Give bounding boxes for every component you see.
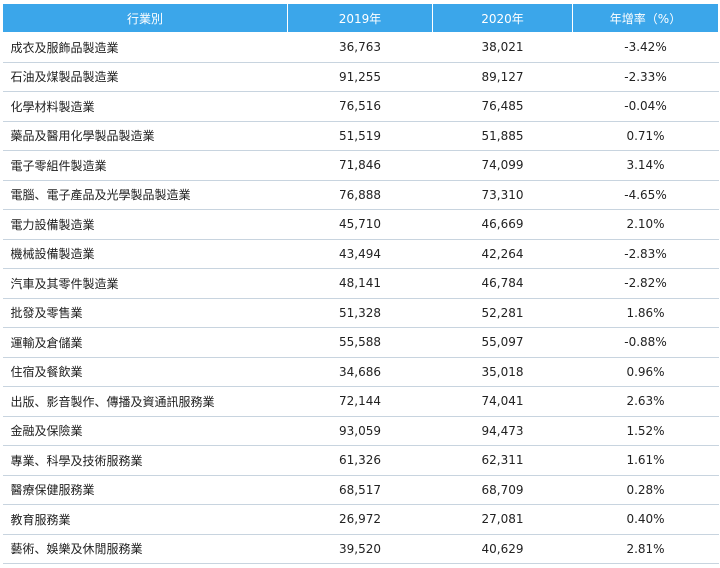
cell-2020-value: 38,021 — [432, 32, 573, 63]
table-row: 電子零組件製造業 71,846 74,099 3.14% — [2, 150, 719, 181]
industry-table: 行業別 2019年 2020年 年增率（%） 成衣及服飾品製造業 36,763 38… — [2, 3, 719, 564]
cell-2019-value: 34,686 — [287, 357, 433, 387]
cell-2019-value: 61,326 — [287, 445, 433, 476]
cell-2019-value: 48,141 — [287, 268, 433, 299]
cell-industry: 專業、科學及技術服務業 — [2, 445, 288, 476]
cell-2019-value: 45,710 — [287, 209, 433, 240]
cell-2019-value: 76,888 — [287, 180, 433, 210]
cell-2020-value: 89,127 — [432, 62, 573, 92]
cell-growth-rate: -2.82% — [572, 268, 719, 299]
cell-2020-value: 55,097 — [432, 327, 573, 358]
cell-growth-rate: -2.83% — [572, 239, 719, 269]
table-row: 化學材料製造業 76,516 76,485 -0.04% — [2, 91, 719, 122]
cell-industry: 機械設備製造業 — [2, 239, 288, 269]
cell-growth-rate: 0.28% — [572, 475, 719, 505]
cell-industry: 化學材料製造業 — [2, 91, 288, 122]
cell-2019-value: 76,516 — [287, 91, 433, 122]
cell-growth-rate: 2.81% — [572, 534, 719, 564]
cell-industry: 電力設備製造業 — [2, 209, 288, 240]
cell-2020-value: 68,709 — [432, 475, 573, 505]
cell-industry: 醫療保健服務業 — [2, 475, 288, 505]
cell-growth-rate: -4.65% — [572, 180, 719, 210]
table-row: 電腦、電子產品及光學製品製造業 76,888 73,310 -4.65% — [2, 180, 719, 210]
cell-growth-rate: -0.04% — [572, 91, 719, 122]
header-growth-rate: 年增率（%） — [572, 3, 719, 33]
cell-2020-value: 52,281 — [432, 298, 573, 328]
table-body: 成衣及服飾品製造業 36,763 38,021 -3.42% 石油及煤製品製造業 91,2… — [2, 32, 719, 564]
cell-2020-value: 94,473 — [432, 416, 573, 446]
cell-2020-value: 42,264 — [432, 239, 573, 269]
cell-growth-rate: 3.14% — [572, 150, 719, 181]
cell-growth-rate: 0.96% — [572, 357, 719, 387]
cell-2019-value: 55,588 — [287, 327, 433, 358]
cell-2020-value: 74,041 — [432, 386, 573, 417]
cell-industry: 出版、影音製作、傳播及資通訊服務業 — [2, 386, 288, 417]
cell-industry: 成衣及服飾品製造業 — [2, 32, 288, 63]
cell-growth-rate: 0.71% — [572, 121, 719, 151]
cell-2020-value: 73,310 — [432, 180, 573, 210]
table-row: 金融及保險業 93,059 94,473 1.52% — [2, 416, 719, 446]
cell-growth-rate: 1.86% — [572, 298, 719, 328]
cell-growth-rate: -2.33% — [572, 62, 719, 92]
cell-industry: 教育服務業 — [2, 504, 288, 535]
table-row: 批發及零售業 51,328 52,281 1.86% — [2, 298, 719, 328]
cell-industry: 金融及保險業 — [2, 416, 288, 446]
cell-2020-value: 51,885 — [432, 121, 573, 151]
cell-industry: 運輸及倉儲業 — [2, 327, 288, 358]
header-row: 行業別 2019年 2020年 年增率（%） — [2, 3, 719, 33]
cell-2019-value: 26,972 — [287, 504, 433, 535]
table-row: 藥品及醫用化學製品製造業 51,519 51,885 0.71% — [2, 121, 719, 151]
cell-growth-rate: 0.40% — [572, 504, 719, 535]
table-row: 汽車及其零件製造業 48,141 46,784 -2.82% — [2, 268, 719, 299]
cell-2019-value: 93,059 — [287, 416, 433, 446]
cell-industry: 住宿及餐飲業 — [2, 357, 288, 387]
table-container: 行業別 2019年 2020年 年增率（%） 成衣及服飾品製造業 36,763 38… — [0, 0, 720, 568]
cell-2019-value: 36,763 — [287, 32, 433, 63]
cell-industry: 藥品及醫用化學製品製造業 — [2, 121, 288, 151]
cell-2019-value: 71,846 — [287, 150, 433, 181]
table-row: 出版、影音製作、傳播及資通訊服務業 72,144 74,041 2.63% — [2, 386, 719, 417]
cell-2020-value: 62,311 — [432, 445, 573, 476]
cell-growth-rate: 1.61% — [572, 445, 719, 476]
cell-2020-value: 46,669 — [432, 209, 573, 240]
cell-2019-value: 51,519 — [287, 121, 433, 151]
cell-industry: 批發及零售業 — [2, 298, 288, 328]
cell-2020-value: 74,099 — [432, 150, 573, 181]
cell-2020-value: 76,485 — [432, 91, 573, 122]
cell-growth-rate: -3.42% — [572, 32, 719, 63]
cell-growth-rate: 1.52% — [572, 416, 719, 446]
cell-2019-value: 68,517 — [287, 475, 433, 505]
cell-growth-rate: 2.63% — [572, 386, 719, 417]
cell-growth-rate: 2.10% — [572, 209, 719, 240]
header-2020: 2020年 — [432, 3, 573, 33]
cell-industry: 藝術、娛樂及休閒服務業 — [2, 534, 288, 564]
cell-growth-rate: -0.88% — [572, 327, 719, 358]
cell-2019-value: 39,520 — [287, 534, 433, 564]
table-row: 機械設備製造業 43,494 42,264 -2.83% — [2, 239, 719, 269]
cell-2019-value: 43,494 — [287, 239, 433, 269]
cell-2020-value: 40,629 — [432, 534, 573, 564]
cell-industry: 電腦、電子產品及光學製品製造業 — [2, 180, 288, 210]
table-row: 藝術、娛樂及休閒服務業 39,520 40,629 2.81% — [2, 534, 719, 564]
cell-industry: 石油及煤製品製造業 — [2, 62, 288, 92]
cell-2020-value: 35,018 — [432, 357, 573, 387]
table-row: 住宿及餐飲業 34,686 35,018 0.96% — [2, 357, 719, 387]
table-row: 電力設備製造業 45,710 46,669 2.10% — [2, 209, 719, 240]
table-row: 石油及煤製品製造業 91,255 89,127 -2.33% — [2, 62, 719, 92]
header-2019: 2019年 — [287, 3, 433, 33]
table-row: 專業、科學及技術服務業 61,326 62,311 1.61% — [2, 445, 719, 476]
table-row: 成衣及服飾品製造業 36,763 38,021 -3.42% — [2, 32, 719, 63]
cell-2019-value: 91,255 — [287, 62, 433, 92]
table-header: 行業別 2019年 2020年 年增率（%） — [2, 3, 719, 33]
table-row: 運輸及倉儲業 55,588 55,097 -0.88% — [2, 327, 719, 358]
cell-2019-value: 51,328 — [287, 298, 433, 328]
cell-industry: 汽車及其零件製造業 — [2, 268, 288, 299]
cell-2020-value: 46,784 — [432, 268, 573, 299]
table-row: 醫療保健服務業 68,517 68,709 0.28% — [2, 475, 719, 505]
cell-2020-value: 27,081 — [432, 504, 573, 535]
cell-industry: 電子零組件製造業 — [2, 150, 288, 181]
header-industry: 行業別 — [2, 3, 288, 33]
cell-2019-value: 72,144 — [287, 386, 433, 417]
table-row: 教育服務業 26,972 27,081 0.40% — [2, 504, 719, 535]
